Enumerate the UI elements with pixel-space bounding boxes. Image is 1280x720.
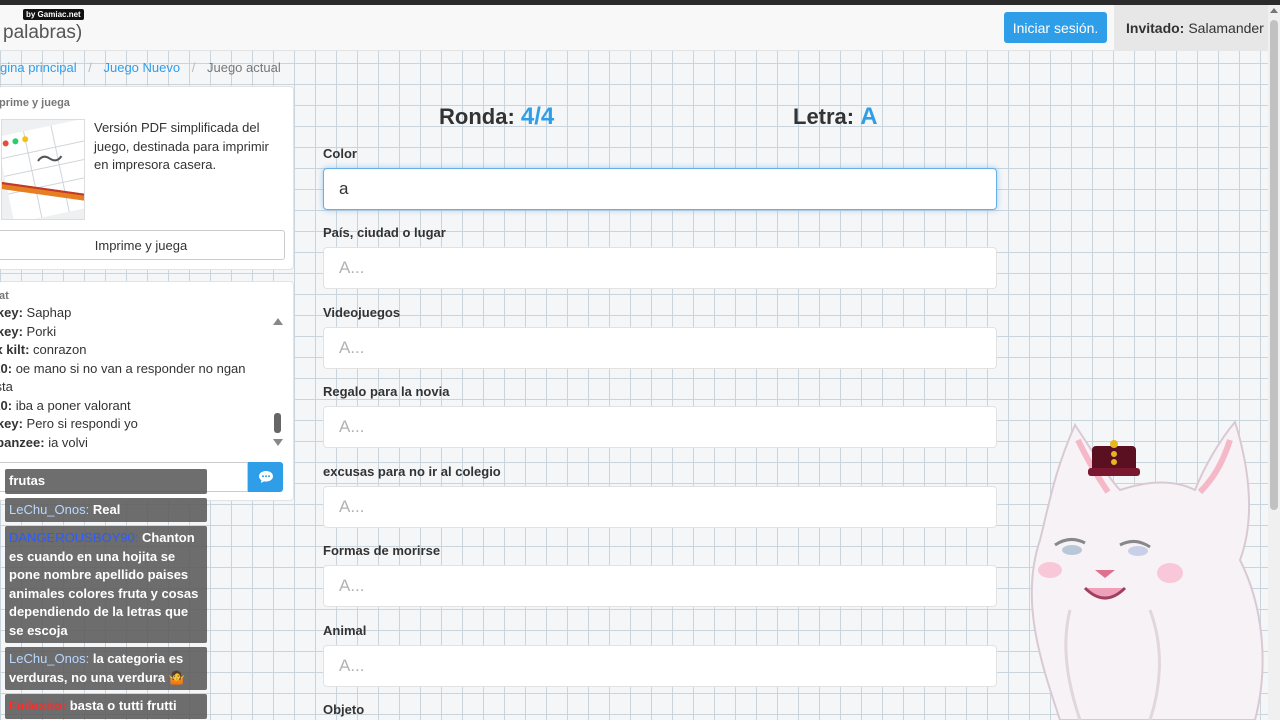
stream-chat-message: frutas bbox=[5, 469, 207, 494]
field-label-color: Color bbox=[323, 146, 357, 161]
letter-indicator: Letra: A bbox=[793, 103, 878, 131]
chat-send-button[interactable] bbox=[248, 462, 283, 492]
stream-chat-overlay: frutas LeChu_Onos: Real DANGEROUSBOY90: … bbox=[5, 469, 207, 720]
speech-bubble-icon bbox=[258, 471, 273, 483]
round-indicator: Ronda: 4/4 bbox=[439, 103, 554, 131]
stream-chat-message: LeChu_Onos: la categoria es verduras, no… bbox=[5, 647, 207, 690]
field-label-animal: Animal bbox=[323, 623, 367, 638]
print-and-play-button[interactable]: Imprime y juega bbox=[0, 230, 285, 260]
letter-label: Letra: bbox=[793, 104, 855, 129]
field-label-ways-to-die: Formas de morirse bbox=[323, 543, 441, 558]
breadcrumb-separator: / bbox=[191, 60, 196, 75]
page-scrollbar-thumb[interactable] bbox=[1270, 20, 1278, 510]
chat-heading: at bbox=[0, 290, 9, 302]
color-answer-input[interactable] bbox=[323, 168, 997, 210]
chat-message: impanzee: ia volvi bbox=[0, 434, 88, 450]
chat-message: onkey: Porki bbox=[0, 323, 57, 339]
gamiac-badge: by Gamiac.net bbox=[23, 9, 84, 20]
chat-scrollbar-thumb[interactable] bbox=[274, 413, 281, 433]
vtuber-cat-avatar bbox=[1030, 419, 1264, 720]
field-label-object: Objeto bbox=[323, 702, 365, 717]
login-button[interactable]: Iniciar sesión. bbox=[1004, 12, 1107, 43]
site-title[interactable]: palabras) bbox=[3, 22, 82, 44]
chat-message: rck0: oe mano si no van a responder no n… bbox=[0, 360, 246, 395]
place-answer-input[interactable] bbox=[323, 247, 997, 289]
videogames-answer-input[interactable] bbox=[323, 327, 997, 369]
chat-message: onkey: Saphap bbox=[0, 305, 72, 320]
print-description: Versión PDF simplificada del juego, dest… bbox=[94, 120, 269, 172]
stream-chat-message: DANGEROUSBOY90: Chanton es cuando en una… bbox=[5, 526, 207, 643]
stream-chat-message: LeChu_Onos: Real bbox=[5, 497, 207, 522]
chat-scroll-down-icon[interactable] bbox=[273, 439, 283, 446]
stream-chat-message: Failexito: basta o tutti frutti bbox=[5, 694, 207, 719]
guest-name: Salamander bbox=[1188, 20, 1264, 36]
guest-user-box: Invitado: Salamander bbox=[1114, 5, 1268, 51]
animal-answer-input[interactable] bbox=[323, 645, 997, 687]
breadcrumb-home[interactable]: gina principal bbox=[0, 60, 77, 75]
chat-messages: onkey: Saphap onkey: Porki ilex kilt: co… bbox=[0, 304, 246, 452]
chat-message: rck0: iba a poner valorant bbox=[0, 397, 131, 413]
gift-answer-input[interactable] bbox=[323, 406, 997, 448]
round-label: Ronda: bbox=[439, 104, 515, 129]
breadcrumb-current: Juego actual bbox=[206, 60, 281, 75]
chat-scroll-up-icon[interactable] bbox=[273, 318, 283, 325]
scroll-up-arrow-icon[interactable] bbox=[1270, 8, 1278, 13]
chat-message: onkey: Pero si respondi yo bbox=[0, 416, 138, 431]
breadcrumb-separator: / bbox=[88, 60, 92, 75]
guest-label: Invitado: bbox=[1126, 20, 1185, 36]
field-label-place: País, ciudad o lugar bbox=[323, 225, 446, 240]
field-label-videogames: Videojuegos bbox=[323, 305, 401, 320]
round-value: 4/4 bbox=[520, 103, 555, 130]
field-label-gift: Regalo para la novia bbox=[323, 384, 450, 399]
print-panel-heading: prime y juega bbox=[0, 97, 70, 109]
breadcrumb-new-game[interactable]: Juego Nuevo bbox=[103, 60, 180, 75]
breadcrumb: gina principal / Juego Nuevo / Juego act… bbox=[0, 60, 281, 75]
letter-value: A bbox=[860, 103, 878, 130]
printable-sheet-thumbnail[interactable] bbox=[1, 119, 85, 220]
navbar: palabras) by Gamiac.net Iniciar sesión. … bbox=[0, 5, 1268, 51]
chat-message: ilex kilt: conrazon bbox=[0, 342, 87, 357]
ways-to-die-answer-input[interactable] bbox=[323, 565, 997, 607]
print-and-play-panel: prime y juega Versión PDF simplificada d… bbox=[0, 86, 294, 270]
field-label-excuses: excusas para no ir al colegio bbox=[323, 464, 501, 479]
excuses-answer-input[interactable] bbox=[323, 486, 997, 528]
chat-panel: at onkey: Saphap onkey: Porki ilex kilt:… bbox=[0, 281, 294, 501]
